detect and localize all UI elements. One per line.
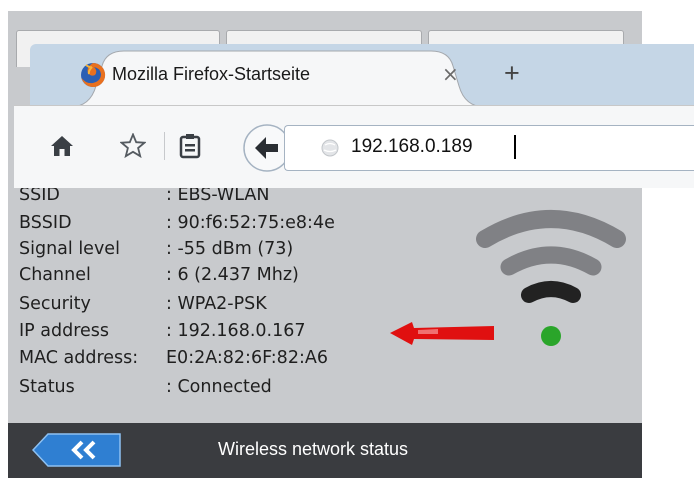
info-label: Signal level — [19, 239, 120, 259]
info-value: : WPA2-PSK — [166, 294, 267, 314]
new-tab-button[interactable]: + — [504, 58, 520, 89]
url-text: 192.168.0.189 — [351, 136, 473, 157]
red-arrow-annotation — [390, 322, 494, 345]
info-row-signal: Signal level : -55 dBm (73) — [19, 238, 293, 260]
firefox-window: Mozilla Firefox-Startseite × + 192.168.0… — [14, 44, 694, 188]
info-value: E0:2A:82:6F:82:A6 — [166, 348, 328, 368]
info-label: Status — [19, 377, 75, 397]
info-label: MAC address: — [19, 348, 139, 368]
toolbar-separator — [164, 132, 165, 160]
globe-icon — [321, 139, 339, 157]
reading-list-icon[interactable] — [179, 133, 201, 159]
info-value: : 192.168.0.167 — [166, 321, 306, 341]
info-row-channel: Channel : 6 (2.437 Mhz) — [19, 264, 299, 286]
info-row-status: Status : Connected — [19, 376, 272, 398]
footer-title: Wireless network status — [218, 439, 409, 459]
info-row-security: Security : WPA2-PSK — [19, 293, 267, 315]
info-row-ip: IP address : 192.168.0.167 — [19, 320, 306, 342]
info-label: Channel — [19, 265, 91, 285]
info-value: : 6 (2.437 Mhz) — [166, 265, 299, 285]
info-label: Security — [19, 294, 91, 314]
back-button[interactable] — [32, 433, 122, 467]
firefox-logo-icon — [81, 62, 106, 87]
tab-title: Mozilla Firefox-Startseite — [112, 64, 311, 84]
status-dot — [541, 326, 561, 346]
tab-close-button[interactable]: × — [442, 62, 459, 86]
info-value: : Connected — [166, 377, 272, 397]
info-row-mac: MAC address: E0:2A:82:6F:82:A6 — [19, 347, 328, 369]
text-cursor — [514, 135, 516, 159]
info-value: : EBS-WLAN — [166, 185, 270, 205]
info-label: BSSID — [19, 213, 72, 233]
url-bar[interactable]: 192.168.0.189 — [284, 125, 694, 171]
info-label: IP address — [19, 321, 110, 341]
info-row-bssid: BSSID : 90:f6:52:75:e8:4e — [19, 212, 335, 234]
footer-bar: Wireless network status — [8, 423, 642, 478]
navigation-toolbar: 192.168.0.189 — [14, 105, 694, 188]
home-icon[interactable] — [50, 135, 74, 157]
bookmark-star-icon[interactable] — [120, 133, 146, 158]
info-value: : 90:f6:52:75:e8:4e — [166, 213, 335, 233]
info-value: : -55 dBm (73) — [166, 239, 294, 259]
